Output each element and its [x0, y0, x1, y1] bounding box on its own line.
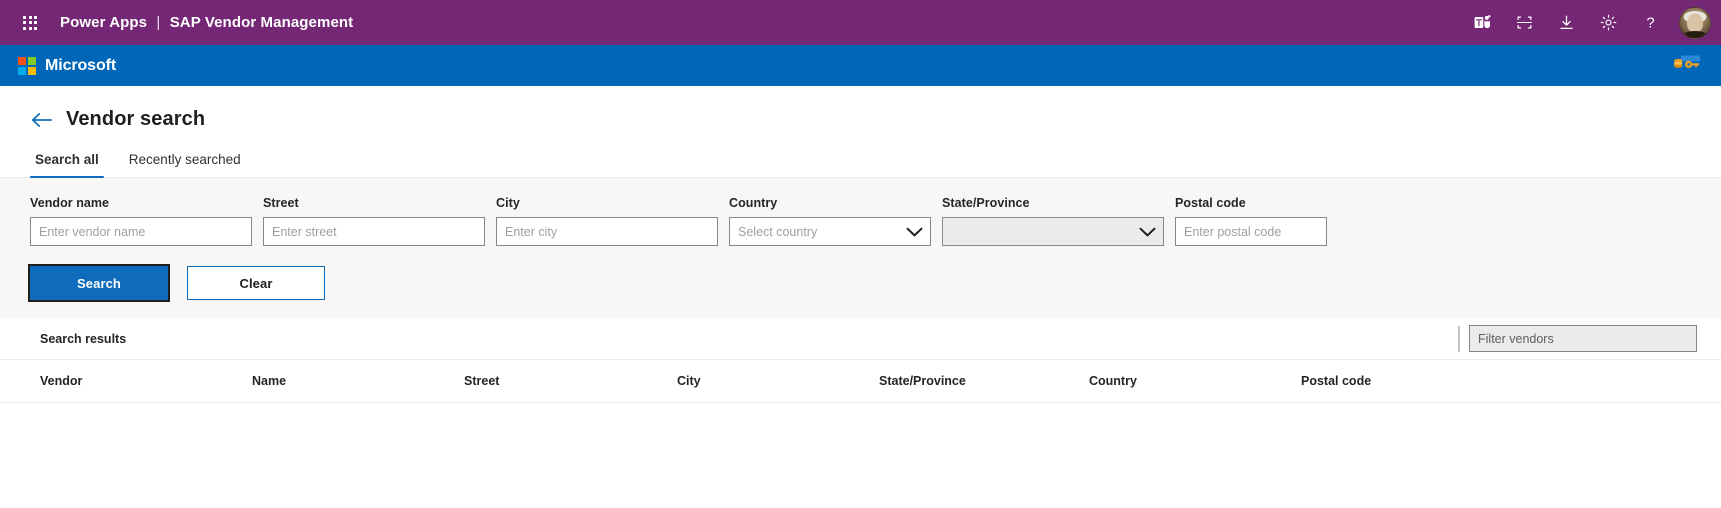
toolbar-divider: [1458, 325, 1460, 352]
suite-header-bar: Power Apps | SAP Vendor Management ?: [0, 0, 1721, 45]
page-title: Vendor search: [66, 108, 206, 130]
microsoft-logo: Microsoft: [18, 56, 117, 75]
column-header-city[interactable]: City: [677, 374, 879, 388]
country-select-wrapper: Select country: [729, 217, 931, 246]
column-header-vendor[interactable]: Vendor: [40, 374, 252, 388]
teams-icon[interactable]: [1461, 0, 1503, 45]
field-postal-code: Postal code: [1175, 196, 1327, 246]
field-city: City: [496, 196, 718, 246]
tab-search-all[interactable]: Search all: [30, 148, 104, 178]
gear-icon[interactable]: [1587, 0, 1629, 45]
filter-vendors-input[interactable]: [1469, 325, 1697, 352]
suite-title[interactable]: Power Apps | SAP Vendor Management: [60, 14, 353, 31]
form-button-row: Search Clear: [28, 264, 1691, 302]
column-header-street[interactable]: Street: [464, 374, 677, 388]
results-table-body: [0, 403, 1721, 473]
download-icon[interactable]: [1545, 0, 1587, 45]
tab-recently-searched[interactable]: Recently searched: [124, 148, 246, 177]
street-input[interactable]: [263, 217, 485, 246]
column-header-name[interactable]: Name: [252, 374, 464, 388]
column-header-country[interactable]: Country: [1089, 374, 1301, 388]
results-title: Search results: [40, 331, 127, 346]
tab-strip: Search all Recently searched: [0, 148, 1721, 178]
back-arrow-icon[interactable]: [30, 109, 54, 131]
city-input[interactable]: [496, 217, 718, 246]
waffle-grid-icon: [23, 15, 37, 30]
country-select[interactable]: Select country: [729, 217, 931, 246]
user-avatar[interactable]: [1679, 6, 1711, 39]
label-postal-code: Postal code: [1175, 196, 1246, 210]
field-state-province: State/Province: [942, 196, 1164, 246]
column-header-state-province[interactable]: State/Province: [879, 374, 1089, 388]
field-country: Country Select country: [729, 196, 931, 246]
postal-code-input[interactable]: [1175, 217, 1327, 246]
search-field-row: Vendor name Street City Country Select c…: [30, 196, 1691, 246]
state-province-select: [942, 217, 1164, 246]
column-header-postal-code[interactable]: Postal code: [1301, 374, 1501, 388]
label-state-province: State/Province: [942, 196, 1030, 210]
label-street: Street: [263, 196, 299, 210]
help-icon[interactable]: ?: [1629, 0, 1671, 45]
brand-bar-actions: [1673, 45, 1703, 86]
label-country: Country: [729, 196, 778, 210]
database-key-icon[interactable]: [1673, 54, 1703, 77]
page-header: Vendor search: [0, 86, 1721, 131]
state-select-wrapper: [942, 217, 1164, 246]
search-button[interactable]: Search: [28, 264, 170, 302]
label-city: City: [496, 196, 520, 210]
microsoft-squares-icon: [18, 56, 36, 75]
results-toolbar: Search results: [0, 318, 1721, 360]
results-table-header: Vendor Name Street City State/Province C…: [0, 360, 1721, 403]
microsoft-wordmark: Microsoft: [45, 56, 117, 74]
vendor-name-input[interactable]: [30, 217, 252, 246]
suite-actions: ?: [1461, 0, 1711, 45]
search-form-panel: Vendor name Street City Country Select c…: [0, 178, 1721, 318]
waffle-menu-button[interactable]: [10, 0, 50, 45]
microsoft-brand-bar: Microsoft: [0, 45, 1721, 86]
app-name-label: Power Apps: [60, 14, 148, 31]
fullscreen-icon[interactable]: [1503, 0, 1545, 45]
results-tools: [1458, 318, 1697, 359]
field-street: Street: [263, 196, 485, 246]
svg-text:?: ?: [1646, 14, 1654, 31]
label-vendor-name: Vendor name: [30, 196, 110, 210]
environment-name-label: SAP Vendor Management: [169, 14, 354, 31]
avatar-body: [1682, 30, 1708, 38]
field-vendor-name: Vendor name: [30, 196, 252, 246]
clear-button[interactable]: Clear: [187, 266, 325, 300]
title-separator: |: [156, 14, 161, 31]
